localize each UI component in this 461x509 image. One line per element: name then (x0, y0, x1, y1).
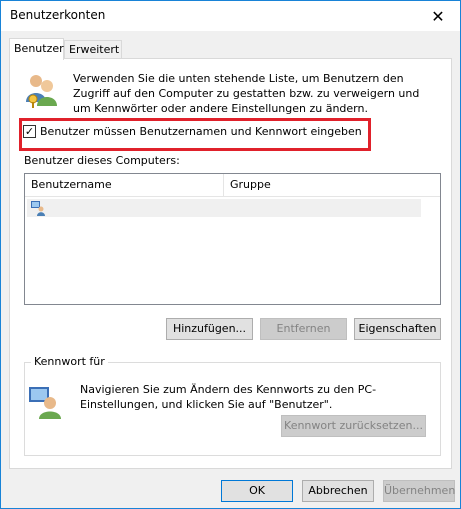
properties-button[interactable]: Eigenschaften (354, 318, 441, 340)
close-button[interactable]: ✕ (416, 1, 460, 31)
password-group-title: Kennwort für (31, 355, 108, 368)
table-row[interactable] (27, 199, 421, 217)
users-list-label: Benutzer dieses Computers: (24, 154, 180, 167)
user-icon (31, 201, 45, 216)
column-group[interactable]: Gruppe (224, 174, 440, 196)
password-user-icon (29, 387, 61, 419)
reset-password-button[interactable]: Kennwort zurücksetzen... (281, 415, 426, 437)
title-bar[interactable]: Benutzerkonten ✕ (1, 1, 460, 31)
intro-text: Verwenden Sie die unten stehende Liste, … (73, 72, 420, 115)
close-icon: ✕ (431, 6, 445, 26)
listview-header: Benutzername Gruppe (25, 174, 440, 197)
require-login-label: Benutzer müssen Benutzernamen und Kennwo… (40, 125, 362, 138)
cancel-button[interactable]: Abbrechen (302, 480, 374, 502)
tab-panel: Verwenden Sie die unten stehende Liste, … (9, 58, 452, 469)
password-info-text: Navigieren Sie zum Ändern des Kennworts … (80, 383, 377, 411)
require-login-row[interactable]: ✓ Benutzer müssen Benutzernamen und Kenn… (23, 125, 362, 138)
add-user-button[interactable]: Hinzufügen... (166, 318, 253, 340)
ok-button[interactable]: OK (221, 480, 293, 502)
dialog-window: Benutzerkonten ✕ Benutzer Erweitert Verw… (0, 0, 461, 509)
tab-erweitert[interactable]: Erweitert (64, 40, 122, 58)
users-listview[interactable]: Benutzername Gruppe (24, 173, 441, 305)
remove-user-button[interactable]: Entfernen (260, 318, 347, 340)
apply-button[interactable]: Übernehmen (383, 480, 455, 502)
tab-benutzer[interactable]: Benutzer (9, 38, 64, 60)
require-login-checkbox[interactable]: ✓ (23, 125, 36, 138)
window-title: Benutzerkonten (10, 8, 106, 22)
users-icon (26, 75, 57, 108)
column-username[interactable]: Benutzername (25, 174, 224, 196)
